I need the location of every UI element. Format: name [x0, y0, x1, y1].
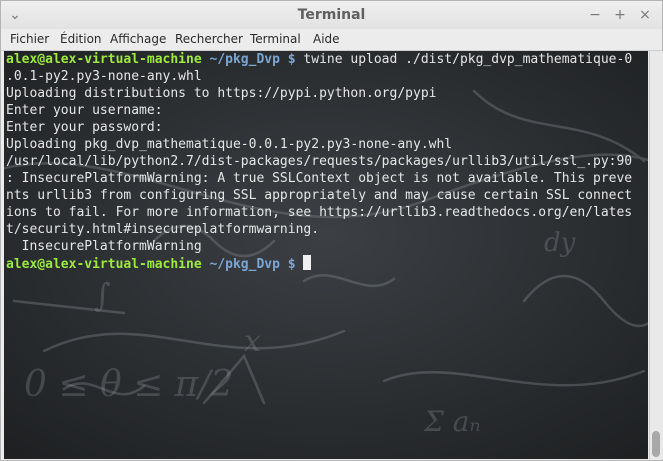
menu-bar: Fichier Édition Affichage Rechercher Ter… — [1, 29, 662, 51]
output-line: nts urllib3 from configuring SSL appropr… — [6, 188, 633, 203]
output-line: t/security.html#insecureplatformwarning. — [6, 222, 320, 237]
close-button[interactable]: × — [635, 5, 655, 25]
svg-text:0 ≤ θ ≤ π/2: 0 ≤ θ ≤ π/2 — [24, 364, 233, 405]
svg-text:Σ aₙ: Σ aₙ — [423, 405, 481, 438]
title-bar: ⌄ Terminal − + × — [1, 1, 662, 29]
output-line: .0.1-py2.py3-none-any.whl — [6, 69, 202, 84]
command-text: twine upload ./dist/pkg_dvp_mathematique… — [295, 52, 633, 67]
prompt-user: alex@alex-virtual-machine — [6, 257, 202, 272]
vertical-scrollbar[interactable] — [649, 51, 663, 459]
svg-text:x: x — [244, 324, 261, 359]
terminal-window: ⌄ Terminal − + × Fichier Édition Afficha… — [0, 0, 663, 461]
output-line: ions to fail. For more information, see … — [6, 205, 633, 220]
output-line: Uploading pkg_dvp_mathematique-0.0.1-py2… — [6, 137, 453, 152]
menu-terminal[interactable]: Terminal — [250, 31, 301, 47]
terminal-output: alex@alex-virtual-machine ~/pkg_Dvp $ tw… — [6, 51, 632, 273]
minimize-button[interactable]: − — [585, 5, 605, 25]
menu-rechercher[interactable]: Rechercher — [175, 31, 243, 47]
text-cursor — [303, 255, 312, 270]
output-line: Enter your password: — [6, 120, 163, 135]
prompt-path: ~/pkg_Dvp $ — [209, 52, 296, 67]
output-line: : InsecurePlatformWarning: A true SSLCon… — [6, 171, 633, 186]
menu-fichier[interactable]: Fichier — [10, 31, 49, 47]
menu-edition[interactable]: Édition — [60, 31, 102, 47]
prompt-path: ~/pkg_Dvp $ — [209, 257, 296, 272]
svg-text:∫: ∫ — [94, 276, 111, 314]
prompt-user: alex@alex-virtual-machine — [6, 52, 202, 67]
scrollbar-thumb[interactable] — [652, 431, 660, 457]
menu-affichage[interactable]: Affichage — [110, 31, 166, 47]
terminal-area[interactable]: 0 ≤ θ ≤ π/2 x Σ aₙ dy ∫ alex@alex-virtua… — [4, 51, 648, 459]
output-line: Uploading distributions to https://pypi.… — [6, 86, 437, 101]
output-line: Enter your username: — [6, 103, 163, 118]
output-line: /usr/local/lib/python2.7/dist-packages/r… — [6, 154, 633, 169]
maximize-button[interactable]: + — [610, 5, 630, 25]
menu-aide[interactable]: Aide — [313, 31, 340, 47]
window-title: Terminal — [297, 7, 366, 23]
output-line: InsecurePlatformWarning — [6, 239, 202, 254]
